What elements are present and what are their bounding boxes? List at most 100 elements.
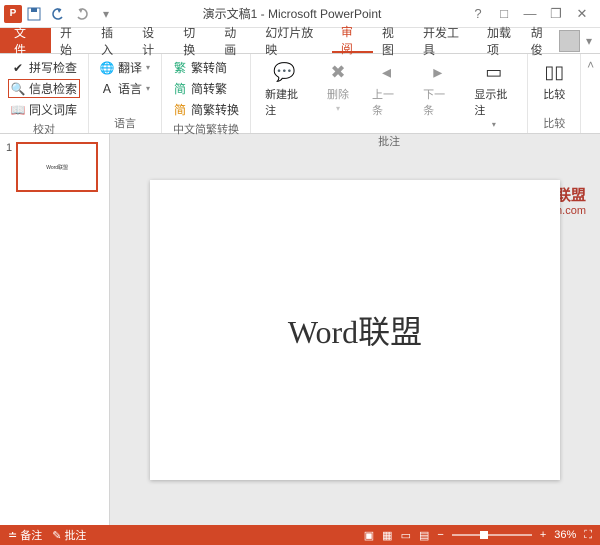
next-icon: ▸ [426,60,450,84]
ribbon: ✔拼写检查 🔍信息检索 📖同义词库 校对 🌐翻译▾ Ａ语言▾ 语言 繁繁转简 简… [0,54,600,134]
comments-toggle[interactable]: ✎批注 [52,527,86,543]
convert-button[interactable]: 简简繁转换 [170,100,242,119]
save-icon [27,7,41,21]
simp-to-trad-button[interactable]: 简简转繁 [170,79,242,98]
language-label: 语言 [118,80,142,97]
tab-insert[interactable]: 插入 [92,28,133,53]
thesaurus-button[interactable]: 📖同义词库 [8,100,80,119]
view-controls: ▣ ▦ ▭ ▤ − + 36% ⛶ [364,529,592,542]
status-bar: ≐备注 ✎批注 ▣ ▦ ▭ ▤ − + 36% ⛶ [0,525,600,545]
thumbnail-pane[interactable]: 1 Word联盟 [0,134,110,525]
show-comments-button[interactable]: ▭显示批注▾ [468,58,519,131]
slide-editor[interactable]: Word联盟 www.wordlm.com Word联盟 [110,134,600,525]
slide-canvas[interactable]: Word联盟 [150,180,560,480]
thumbnail-number: 1 [6,142,12,192]
redo-button[interactable] [70,3,94,25]
thumbnail-1[interactable]: 1 Word联盟 [6,142,103,192]
redo-icon [75,7,89,21]
save-button[interactable] [22,3,46,25]
tab-design[interactable]: 设计 [133,28,174,53]
ribbon-options-button[interactable]: □ [492,3,516,25]
zoom-level[interactable]: 36% [554,529,576,541]
quick-access-toolbar: P ▾ [0,3,118,25]
t2s-icon: 繁 [173,61,187,75]
thumbnail-text: Word联盟 [46,164,68,171]
reading-view-button[interactable]: ▭ [401,529,411,542]
sorter-view-button[interactable]: ▦ [382,529,392,542]
ribbon-tabs: 文件 开始 插入 设计 切换 动画 幻灯片放映 审阅 视图 开发工具 加载项 胡… [0,28,600,54]
group-compare: ▯▯比较 比较 [528,54,581,133]
group-proofing: ✔拼写检查 🔍信息检索 📖同义词库 校对 [0,54,89,133]
show-label: 显示批注 [474,86,513,118]
tab-developer[interactable]: 开发工具 [414,28,478,53]
spelling-icon: ✔ [11,61,25,75]
undo-button[interactable] [46,3,70,25]
spelling-label: 拼写检查 [29,59,77,76]
notes-button[interactable]: ≐备注 [8,527,42,543]
minimize-button[interactable]: — [518,3,542,25]
prev-label: 上一条 [372,86,401,118]
help-button[interactable]: ? [466,3,490,25]
s2t-icon: 简 [173,82,187,96]
translate-label: 翻译 [118,59,142,76]
close-button[interactable]: ✕ [570,3,594,25]
zoom-slider-thumb[interactable] [480,531,488,539]
zoom-in-button[interactable]: + [540,529,546,541]
group-comments: 💬新建批注 ✖删除▾ ◂上一条 ▸下一条 ▭显示批注▾ 批注 [251,54,528,133]
qat-dropdown[interactable]: ▾ [94,3,118,25]
next-comment-button[interactable]: ▸下一条 [417,58,458,131]
tab-home[interactable]: 开始 [51,28,92,53]
delete-label: 删除 [327,86,349,102]
research-label: 信息检索 [29,80,77,97]
tab-review[interactable]: 审阅 [332,28,373,53]
show-comments-icon: ▭ [482,60,506,84]
translate-icon: 🌐 [100,61,114,75]
new-comment-button[interactable]: 💬新建批注 [259,58,310,131]
normal-view-button[interactable]: ▣ [364,529,374,542]
wm-rest: 联盟 [556,187,586,204]
prev-comment-button[interactable]: ◂上一条 [366,58,407,131]
convert-icon: 简 [173,103,187,117]
group-language: 🌐翻译▾ Ａ语言▾ 语言 [89,54,162,133]
group-language-label: 语言 [97,115,153,131]
tab-view[interactable]: 视图 [373,28,414,53]
comments-label: 批注 [64,527,86,543]
delete-icon: ✖ [326,60,350,84]
tab-addins[interactable]: 加载项 [478,28,531,53]
zoom-out-button[interactable]: − [437,529,443,541]
s2t-label: 简转繁 [191,80,227,97]
slide-title-text[interactable]: Word联盟 [288,307,422,353]
group-compare-label: 比较 [536,115,572,131]
user-area[interactable]: 胡俊 ▾ [531,28,600,53]
tab-file[interactable]: 文件 [0,28,51,53]
fit-to-window-button[interactable]: ⛶ [584,529,592,542]
thumbnail-preview[interactable]: Word联盟 [16,142,98,192]
language-button[interactable]: Ａ语言▾ [97,79,153,98]
comment-icon: ✎ [52,529,61,542]
trad-to-simp-button[interactable]: 繁繁转简 [170,58,242,77]
next-label: 下一条 [423,86,452,118]
avatar [559,30,580,52]
new-comment-label: 新建批注 [265,86,304,118]
translate-button[interactable]: 🌐翻译▾ [97,58,153,77]
t2s-label: 繁转简 [191,59,227,76]
zoom-slider[interactable] [452,534,532,536]
maximize-button[interactable]: ❐ [544,3,568,25]
collapse-ribbon-button[interactable]: ˄ [581,54,600,133]
chevron-down-icon: ▾ [586,34,592,48]
prev-icon: ◂ [375,60,399,84]
workspace: 1 Word联盟 Word联盟 www.wordlm.com Word联盟 [0,134,600,525]
new-comment-icon: 💬 [273,60,297,84]
spelling-button[interactable]: ✔ 拼写检查 [8,58,80,77]
research-button[interactable]: 🔍信息检索 [8,79,80,98]
tab-transitions[interactable]: 切换 [174,28,215,53]
undo-icon [51,7,65,21]
compare-label: 比较 [543,86,565,102]
delete-comment-button[interactable]: ✖删除▾ [320,58,356,131]
group-chinese-conversion: 繁繁转简 简简转繁 简简繁转换 中文简繁转换 [162,54,251,133]
tab-animations[interactable]: 动画 [215,28,256,53]
compare-button[interactable]: ▯▯比较 [536,58,572,104]
slideshow-view-button[interactable]: ▤ [419,529,429,542]
language-icon: Ａ [100,82,114,96]
tab-slideshow[interactable]: 幻灯片放映 [256,28,332,53]
